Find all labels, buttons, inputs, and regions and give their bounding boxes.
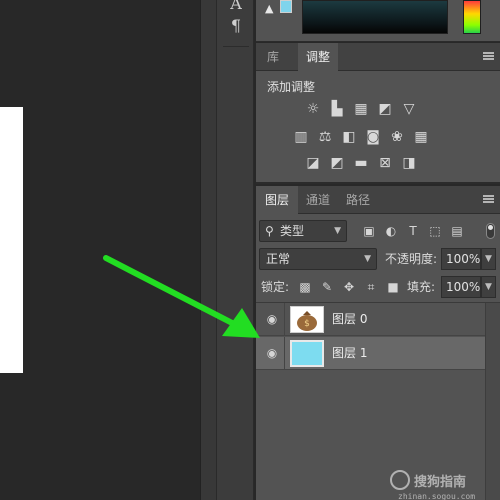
filter-toggle[interactable] bbox=[486, 223, 495, 239]
tab-layers[interactable]: 图层 bbox=[256, 186, 298, 215]
hue-saturation-icon[interactable]: ▥ bbox=[292, 129, 310, 145]
brightness-contrast-icon[interactable]: ☼ bbox=[304, 101, 322, 117]
color-lookup-icon[interactable]: ▦ bbox=[412, 129, 430, 145]
opacity-label: 不透明度: bbox=[385, 252, 438, 266]
curves-icon[interactable]: ▦ bbox=[352, 101, 370, 117]
paragraph-panel-icon[interactable]: ¶ bbox=[225, 16, 247, 36]
arrow-shaft bbox=[103, 255, 241, 329]
layer-thumbnail: $ bbox=[290, 306, 324, 333]
filter-type-value: 类型 bbox=[280, 224, 305, 238]
shape-filter-icon[interactable]: ⬚ bbox=[427, 222, 443, 240]
lock-transparent-pixels-icon[interactable]: ▩ bbox=[297, 278, 313, 296]
layer-row-0[interactable]: ◉ $ 图层 0 bbox=[256, 303, 485, 336]
lock-image-pixels-icon[interactable]: ✎ bbox=[319, 278, 335, 296]
lock-all-icon[interactable]: ■ bbox=[385, 278, 401, 296]
color-balance-icon[interactable]: ⚖ bbox=[316, 129, 334, 145]
fill-input[interactable]: 100% bbox=[441, 276, 481, 298]
color-panel: ▲ bbox=[256, 0, 500, 42]
fill-dropdown[interactable]: ▼ bbox=[481, 276, 496, 298]
search-icon: ⚲ bbox=[265, 224, 274, 238]
lock-artboard-icon[interactable]: ⌗ bbox=[363, 278, 379, 296]
layer-thumbnail bbox=[290, 340, 324, 367]
smart-object-filter-icon[interactable]: ▤ bbox=[449, 222, 465, 240]
exposure-icon[interactable]: ◩ bbox=[376, 101, 394, 117]
adjustments-panel: 库 调整 添加调整 ☼ ▙ ▦ ◩ ▽ ▥ ⚖ ◧ ◙ ❀ ▦ ◪ ◩ ▬ ⊠ … bbox=[256, 43, 500, 184]
layers-panel: 图层 通道 路径 ⚲ 类型 ▼ ▣ ◐ T ⬚ ▤ 正常 ▼ 不透明度: 100… bbox=[256, 186, 500, 500]
add-adjustment-label: 添加调整 bbox=[267, 80, 316, 94]
layer-name: 图层 0 bbox=[332, 312, 368, 326]
lock-row: 锁定: ▩ ✎ ✥ ⌗ ■ 填充: 100% ▼ bbox=[259, 276, 497, 298]
type-filter-icon[interactable]: T bbox=[405, 222, 421, 240]
character-panel-icon[interactable]: A bbox=[225, 0, 247, 14]
adjustment-filter-icon[interactable]: ◐ bbox=[383, 222, 399, 240]
opacity-dropdown[interactable]: ▼ bbox=[481, 248, 496, 270]
panel-menu-icon[interactable] bbox=[483, 52, 494, 60]
layer-row-1[interactable]: ◉ 图层 1 bbox=[256, 337, 485, 370]
filter-type-select[interactable]: ⚲ 类型 ▼ bbox=[259, 220, 347, 242]
tool-divider bbox=[223, 46, 249, 47]
blend-mode-select[interactable]: 正常 ▼ bbox=[259, 248, 377, 270]
gamut-warning-icon[interactable]: ▲ bbox=[265, 2, 273, 15]
levels-icon[interactable]: ▙ bbox=[328, 101, 346, 117]
vibrance-icon[interactable]: ▽ bbox=[400, 101, 418, 117]
chevron-down-icon: ▼ bbox=[364, 254, 371, 264]
layers-tab-bar: 图层 通道 路径 bbox=[256, 186, 500, 215]
foreground-color-swatch[interactable] bbox=[280, 0, 292, 13]
channel-mixer-icon[interactable]: ❀ bbox=[388, 129, 406, 145]
document-canvas[interactable] bbox=[0, 107, 23, 373]
eye-divider bbox=[284, 303, 285, 336]
eye-divider bbox=[284, 337, 285, 370]
watermark-logo-icon bbox=[390, 470, 410, 490]
tab-adjustments[interactable]: 调整 bbox=[298, 43, 338, 72]
black-white-icon[interactable]: ◧ bbox=[340, 129, 358, 145]
money-bag-icon: $ bbox=[297, 311, 317, 331]
tab-libraries[interactable]: 库 bbox=[256, 43, 290, 71]
panel-menu-icon[interactable] bbox=[483, 195, 494, 203]
chevron-down-icon: ▼ bbox=[334, 226, 341, 236]
opacity-input[interactable]: 100% bbox=[441, 248, 481, 270]
hue-slider[interactable] bbox=[463, 0, 481, 34]
layer-name: 图层 1 bbox=[332, 346, 368, 360]
color-picker-field[interactable] bbox=[302, 0, 448, 34]
posterize-icon[interactable]: ◩ bbox=[328, 155, 346, 171]
layer-filter-row: ⚲ 类型 ▼ ▣ ◐ T ⬚ ▤ bbox=[259, 220, 497, 242]
photo-filter-icon[interactable]: ◙ bbox=[364, 129, 382, 145]
fill-label: 填充: bbox=[407, 280, 436, 294]
pixel-filter-icon[interactable]: ▣ bbox=[361, 222, 377, 240]
watermark-title: 搜狗指南 bbox=[414, 475, 467, 490]
lock-position-icon[interactable]: ✥ bbox=[341, 278, 357, 296]
selective-color-icon[interactable]: ◨ bbox=[400, 155, 418, 171]
tab-paths[interactable]: 路径 bbox=[340, 186, 376, 214]
tab-channels[interactable]: 通道 bbox=[300, 186, 336, 214]
annotation-arrow bbox=[103, 255, 260, 338]
threshold-icon[interactable]: ▬ bbox=[352, 155, 370, 171]
invert-icon[interactable]: ◪ bbox=[304, 155, 322, 171]
blend-row: 正常 ▼ 不透明度: 100% ▼ bbox=[259, 248, 497, 270]
svg-text:$: $ bbox=[304, 319, 310, 329]
adjustments-tab-bar: 库 调整 bbox=[256, 43, 500, 72]
layers-scrollbar[interactable] bbox=[485, 303, 500, 500]
watermark-url: zhinan.sogou.com bbox=[398, 492, 476, 500]
gradient-map-icon[interactable]: ⊠ bbox=[376, 155, 394, 171]
